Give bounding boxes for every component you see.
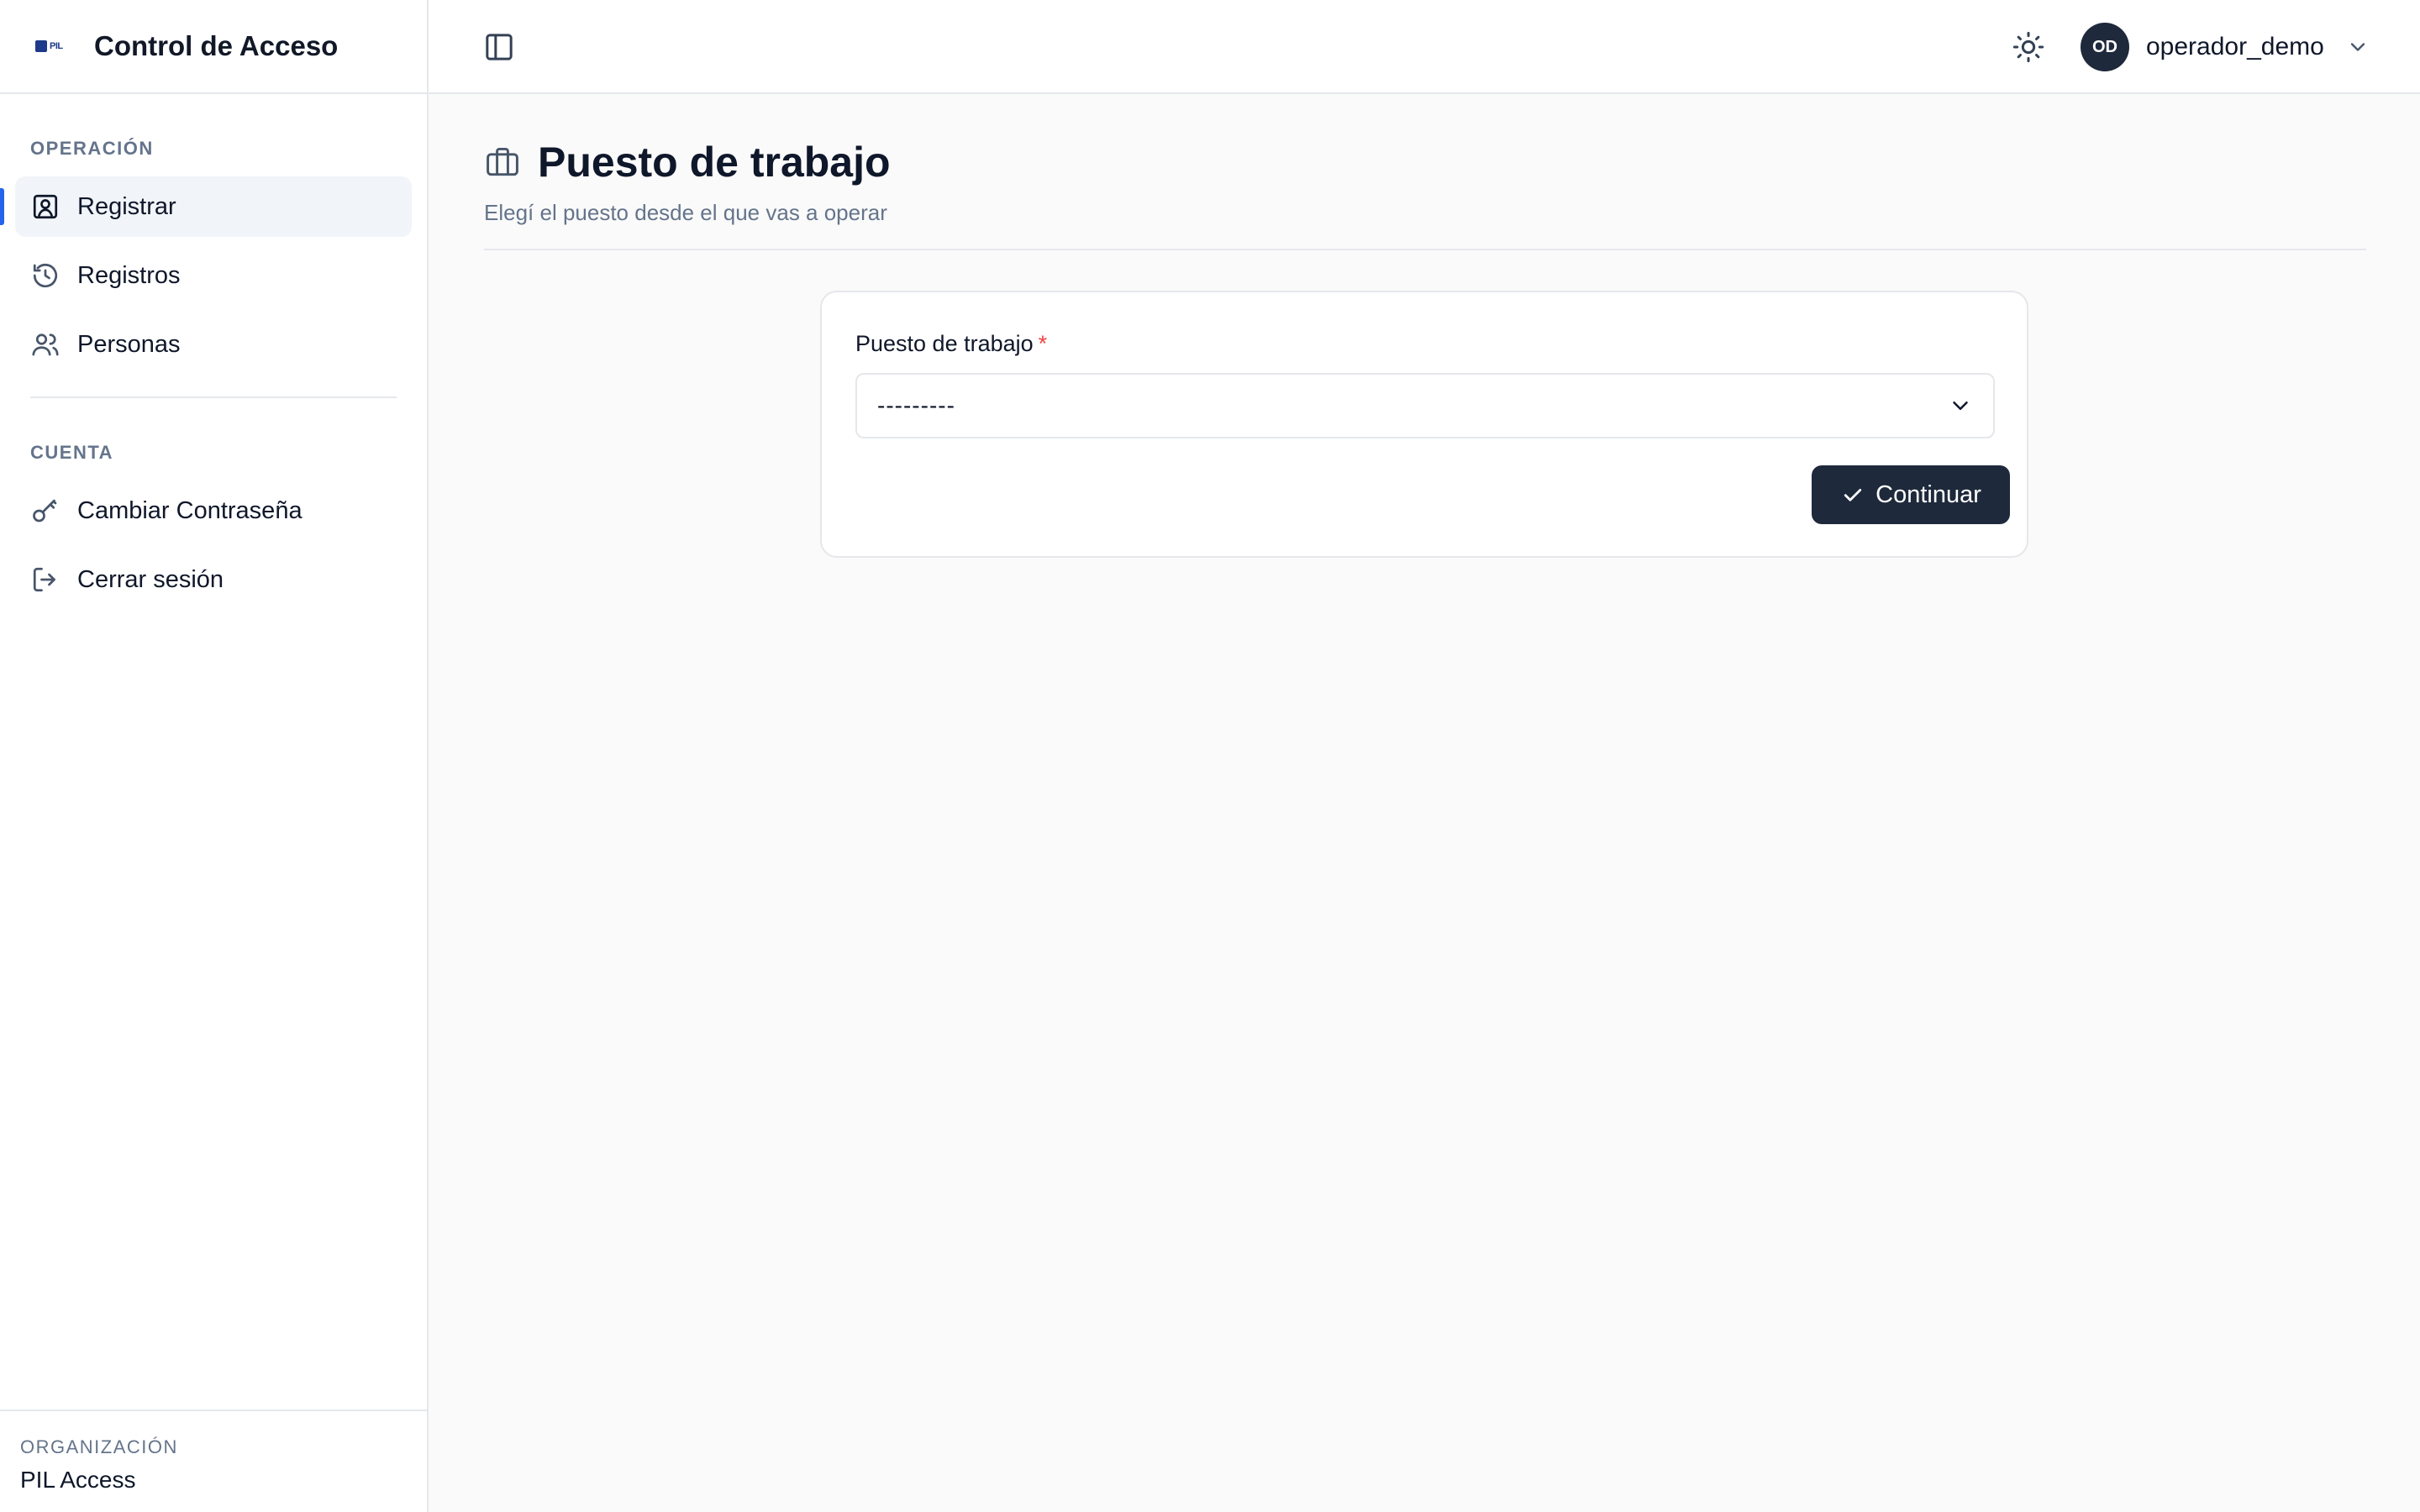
organization-panel: ORGANIZACIÓN PIL Access xyxy=(0,1410,427,1512)
chevron-down-icon xyxy=(1953,402,1968,410)
sidebar-item-label: Personas xyxy=(77,330,181,358)
continue-button[interactable]: Continuar xyxy=(1812,465,2010,524)
section-label-operacion: OPERACIÓN xyxy=(30,138,154,159)
pil-logo: PIL xyxy=(35,37,69,55)
sidebar: PIL Control de Acceso OPERACIÓN Registra… xyxy=(0,0,429,1512)
sidebar-item-label: Registrar xyxy=(77,192,176,220)
users-icon xyxy=(32,333,59,356)
avatar: OD xyxy=(2081,23,2129,71)
top-header: OD operador_demo xyxy=(429,0,2420,94)
workstation-select[interactable]: --------- xyxy=(855,373,1995,438)
continue-label: Continuar xyxy=(1876,480,1981,508)
history-icon xyxy=(33,263,58,288)
section-label-cuenta: CUENTA xyxy=(30,442,114,463)
check-icon xyxy=(1844,489,1862,501)
required-mark: * xyxy=(1038,331,1048,356)
key-icon xyxy=(33,499,57,522)
chevron-down-icon xyxy=(2350,43,2365,51)
workstation-field-label: Puesto de trabajo * xyxy=(855,331,1048,356)
sidebar-item-cambiar-contrasena[interactable]: Cambiar Contraseña xyxy=(15,480,412,541)
org-label: ORGANIZACIÓN xyxy=(20,1436,178,1457)
sidebar-item-label: Cambiar Contraseña xyxy=(77,496,302,524)
logout-icon xyxy=(33,567,55,592)
sidebar-item-cerrar-sesion[interactable]: Cerrar sesión xyxy=(15,549,412,610)
sidebar-divider xyxy=(30,396,397,398)
app-root: PIL Control de Acceso OPERACIÓN Registra… xyxy=(0,0,2420,1512)
sidebar-item-label: Registros xyxy=(77,261,181,289)
sidebar-item-registros[interactable]: Registros xyxy=(15,245,412,306)
sidebar-item-personas[interactable]: Personas xyxy=(15,314,412,375)
user-menu[interactable]: OD operador_demo xyxy=(2081,22,2370,72)
briefcase-icon xyxy=(487,147,518,176)
page-divider xyxy=(484,249,2366,250)
user-badge-icon xyxy=(33,194,58,219)
sidebar-item-registrar[interactable]: Registrar xyxy=(0,176,412,237)
sun-icon[interactable] xyxy=(2012,30,2045,64)
org-name: PIL Access xyxy=(20,1467,136,1493)
app-title: Control de Acceso xyxy=(94,30,339,61)
select-value: --------- xyxy=(877,392,955,418)
brand[interactable]: PIL Control de Acceso xyxy=(0,0,427,94)
sidebar-toggle-icon[interactable] xyxy=(482,30,516,64)
username: operador_demo xyxy=(2146,33,2324,60)
page-title: Puesto de trabajo xyxy=(538,139,891,186)
page-header: Puesto de trabajo Elegí el puesto desde … xyxy=(484,138,2366,226)
main-content: Puesto de trabajo Elegí el puesto desde … xyxy=(429,94,2420,1512)
sidebar-item-label: Cerrar sesión xyxy=(77,565,224,593)
page-subtitle: Elegí el puesto desde el que vas a opera… xyxy=(484,200,887,225)
workstation-form-card: Puesto de trabajo * --------- Continuar xyxy=(820,291,2028,558)
